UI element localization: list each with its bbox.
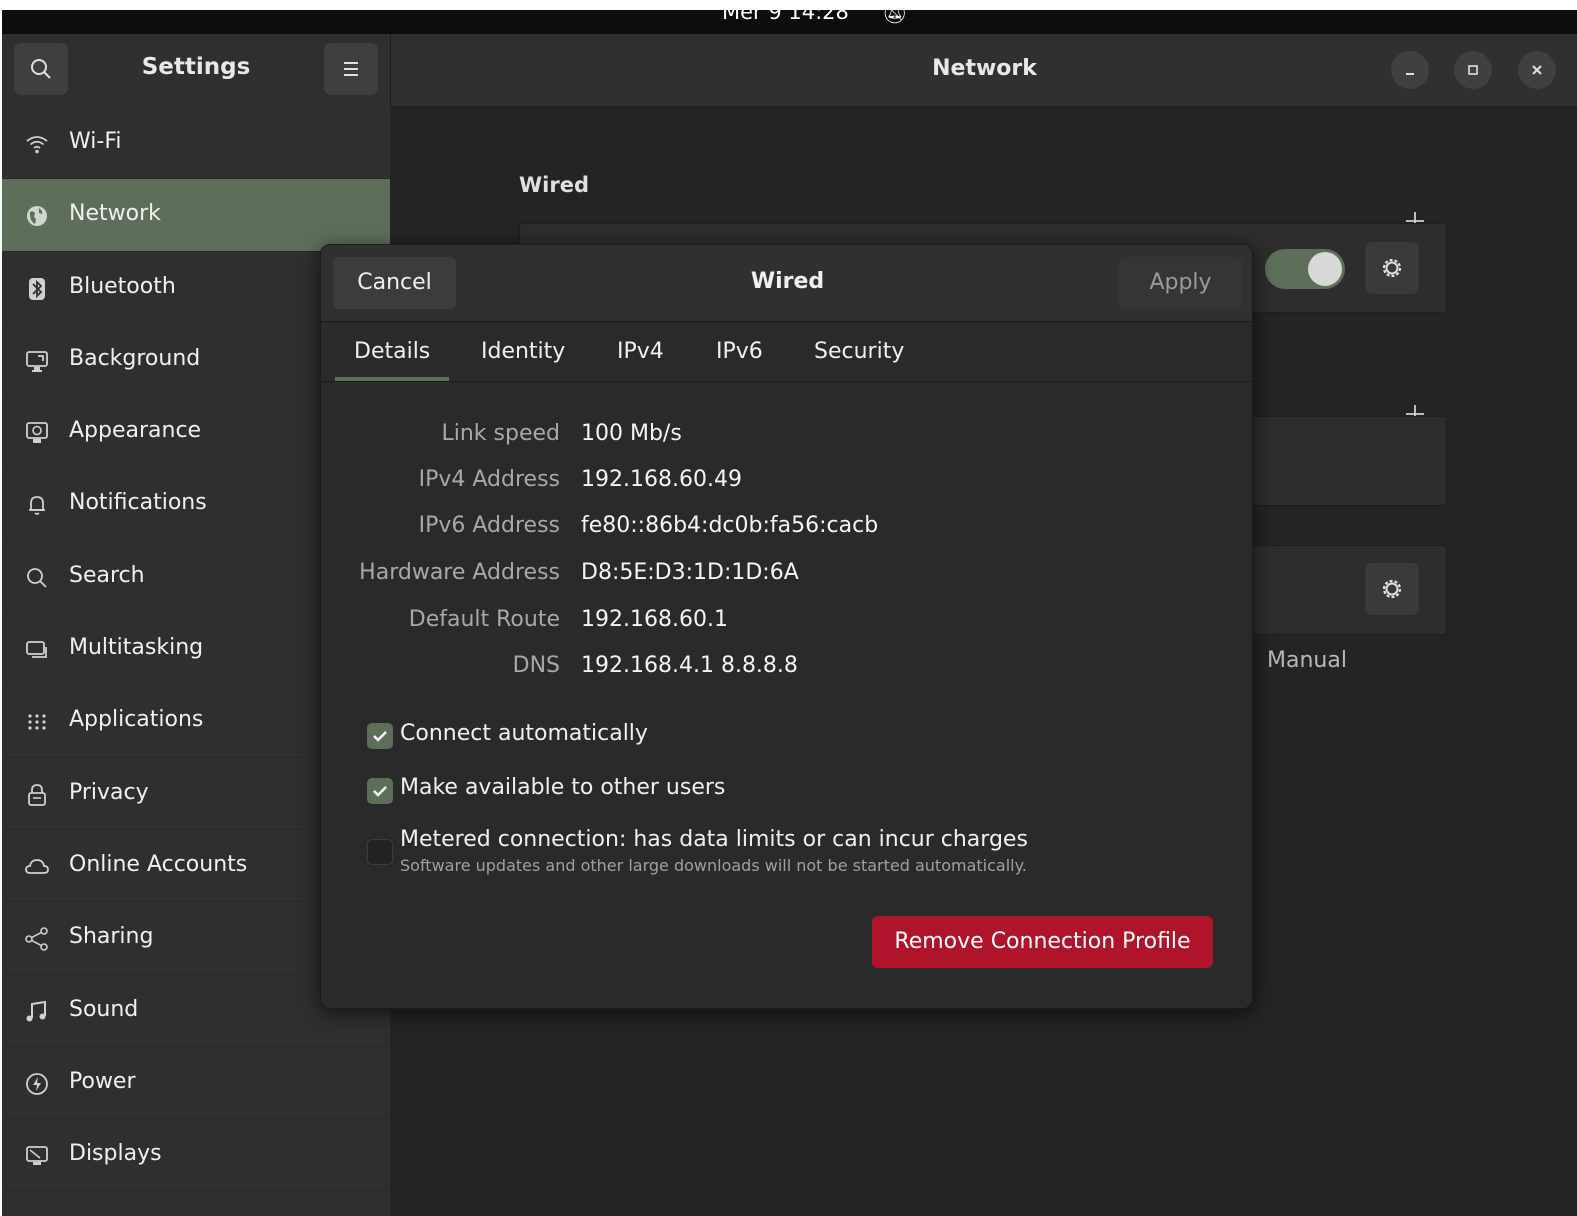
sidebar-item-label: Network — [69, 201, 161, 227]
network-globe-icon — [27, 206, 47, 227]
appearance-icon — [26, 422, 48, 444]
maximize-button[interactable] — [1454, 51, 1492, 89]
sidebar-item-label: Notifications — [69, 490, 207, 516]
top-margin — [0, 0, 1577, 10]
sidebar-item-label: Appearance — [69, 418, 202, 444]
bell-icon — [29, 496, 45, 516]
sidebar-item-label: Power — [69, 1068, 136, 1094]
lock-icon — [28, 783, 46, 806]
detail-key-hardware-address: Hardware Address — [359, 560, 560, 585]
tab-security[interactable]: Security — [814, 339, 904, 364]
connect-automatically-checkbox[interactable] — [367, 723, 393, 749]
sidebar-item-label: Wi-Fi — [69, 129, 122, 154]
proxy-value: Manual — [1267, 648, 1347, 673]
main-menu-button[interactable] — [324, 43, 378, 95]
sidebar-item-label: Background — [69, 345, 201, 371]
bell-muted-icon: 🔕︎ — [882, 10, 908, 25]
maximize-icon — [1468, 65, 1478, 75]
detail-value-link-speed: 100 Mb/s — [581, 421, 682, 446]
minimize-icon — [1406, 73, 1414, 75]
sidebar-item-wifi[interactable]: Wi-Fi — [2, 107, 390, 180]
cloud-icon — [25, 859, 49, 874]
bluetooth-icon — [29, 277, 45, 300]
sidebar-item-label: Sharing — [69, 924, 154, 950]
sidebar-header: Settings — [2, 34, 390, 107]
toggle-knob — [1308, 252, 1342, 286]
available-to-others-checkbox[interactable] — [367, 778, 393, 804]
sidebar-item-label: Online Accounts — [69, 851, 248, 877]
detail-value-ipv4: 192.168.60.49 — [581, 467, 742, 492]
dialog-title: Wired — [750, 269, 825, 294]
sidebar-item-network[interactable]: Network — [2, 179, 390, 252]
wifi-icon — [26, 136, 48, 154]
detail-key-default-route: Default Route — [408, 607, 560, 632]
tab-ipv6[interactable]: IPv6 — [716, 339, 763, 364]
dialog-header: Cancel Wired Apply — [321, 245, 1252, 322]
detail-value-dns: 192.168.4.1 8.8.8.8 — [581, 653, 798, 678]
share-icon — [25, 927, 48, 952]
sidebar-item-label: Applications — [69, 707, 204, 733]
remove-connection-profile-button[interactable]: Remove Connection Profile — [872, 916, 1213, 968]
close-icon — [1532, 65, 1542, 75]
display-icon — [26, 1146, 48, 1166]
minimize-button[interactable] — [1391, 51, 1429, 89]
sidebar-item-displays[interactable]: Displays — [2, 1119, 390, 1192]
content-header: Network — [390, 34, 1577, 107]
checkmark-icon — [373, 731, 387, 742]
sidebar-item-power[interactable]: Power — [2, 1047, 390, 1120]
applications-grid-icon — [28, 714, 46, 730]
gear-icon — [1382, 258, 1402, 278]
dialog-tabs: Details Identity IPv4 IPv6 Security — [321, 322, 1252, 382]
sidebar-item-label: Sound — [69, 996, 139, 1022]
apply-button[interactable]: Apply — [1119, 257, 1242, 309]
proxy-settings-button[interactable] — [1365, 563, 1419, 615]
wired-settings-dialog: Cancel Wired Apply Details Identity IPv4… — [320, 244, 1253, 1009]
tab-details[interactable]: Details — [354, 339, 430, 364]
detail-key-link-speed: Link speed — [441, 421, 560, 446]
connect-automatically-label[interactable]: Connect automatically — [400, 721, 648, 746]
detail-key-ipv6: IPv6 Address — [418, 513, 560, 538]
power-icon — [26, 1072, 48, 1095]
detail-value-ipv6: fe80::86b4:dc0b:fa56:cacb — [581, 513, 879, 538]
tab-identity[interactable]: Identity — [481, 339, 565, 364]
detail-key-ipv4: IPv4 Address — [418, 467, 560, 492]
wired-section-title: Wired — [519, 173, 589, 197]
multitasking-icon — [26, 641, 47, 658]
detail-value-hardware-address: D8:5E:D3:1D:1D:6A — [581, 560, 799, 585]
tab-ipv4[interactable]: IPv4 — [617, 339, 664, 364]
detail-value-default-route: 192.168.60.1 — [581, 607, 728, 632]
search-icon — [27, 567, 47, 588]
sidebar-item-label: Multitasking — [69, 635, 204, 661]
metered-connection-label[interactable]: Metered connection: has data limits or c… — [400, 827, 1028, 852]
close-button[interactable] — [1518, 51, 1556, 89]
hamburger-icon — [344, 62, 358, 76]
shell-top-bar: Mer 9 14:28 🔕︎ — [2, 10, 1577, 34]
available-to-others-label[interactable]: Make available to other users — [400, 775, 725, 800]
sidebar-item-label: Bluetooth — [69, 273, 176, 299]
active-tab-indicator — [335, 377, 449, 381]
sidebar-item-label: Privacy — [69, 779, 149, 805]
shell-clock[interactable]: Mer 9 14:28 — [722, 10, 849, 24]
background-icon — [26, 350, 48, 372]
wired-settings-button[interactable] — [1365, 242, 1419, 294]
gear-icon — [1382, 579, 1402, 599]
wired-toggle[interactable] — [1265, 249, 1345, 289]
metered-connection-checkbox[interactable] — [367, 839, 393, 865]
checkmark-icon — [373, 786, 387, 797]
music-note-icon — [26, 1000, 46, 1022]
sidebar-item-label: Search — [69, 562, 145, 588]
sidebar-item-label: Displays — [69, 1141, 162, 1167]
detail-key-dns: DNS — [512, 653, 560, 678]
metered-connection-description: Software updates and other large downloa… — [400, 856, 1027, 875]
